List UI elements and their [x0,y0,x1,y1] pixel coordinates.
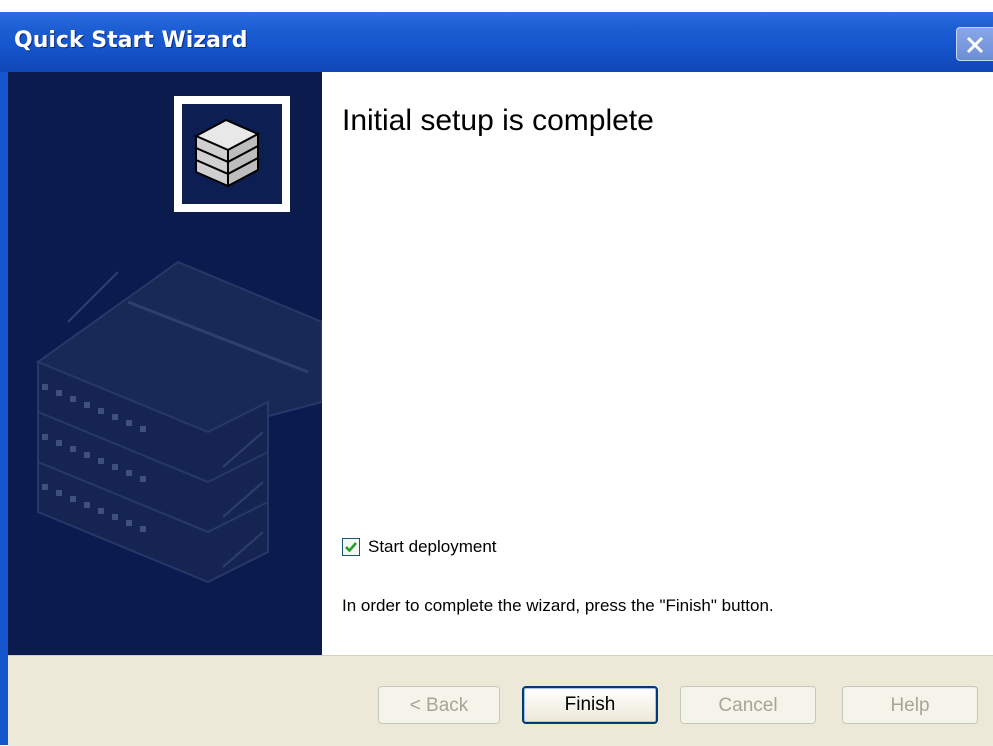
title-bar[interactable]: Quick Start Wizard [0,12,993,72]
instruction-text: In order to complete the wizard, press t… [342,596,774,615]
finish-button[interactable]: Finish [522,686,658,724]
cancel-button[interactable]: Cancel [680,686,816,724]
wizard-content: Initial setup is complete Start deployme… [322,72,993,655]
start-deployment-label[interactable]: Start deployment [368,537,497,557]
checkmark-icon [345,542,357,553]
wizard-banner [8,72,322,655]
button-bar: < Back Finish Cancel Help [8,655,993,746]
help-button[interactable]: Help [842,686,978,724]
start-deployment-option[interactable]: Start deployment [342,534,497,560]
window-border [0,72,8,745]
window-title: Quick Start Wizard [14,28,248,53]
close-icon [966,36,984,54]
close-button[interactable] [956,27,993,61]
page-title: Initial setup is complete [342,104,654,137]
server-illustration [35,96,322,584]
start-deployment-checkbox[interactable] [342,538,360,556]
back-button[interactable]: < Back [378,686,500,724]
